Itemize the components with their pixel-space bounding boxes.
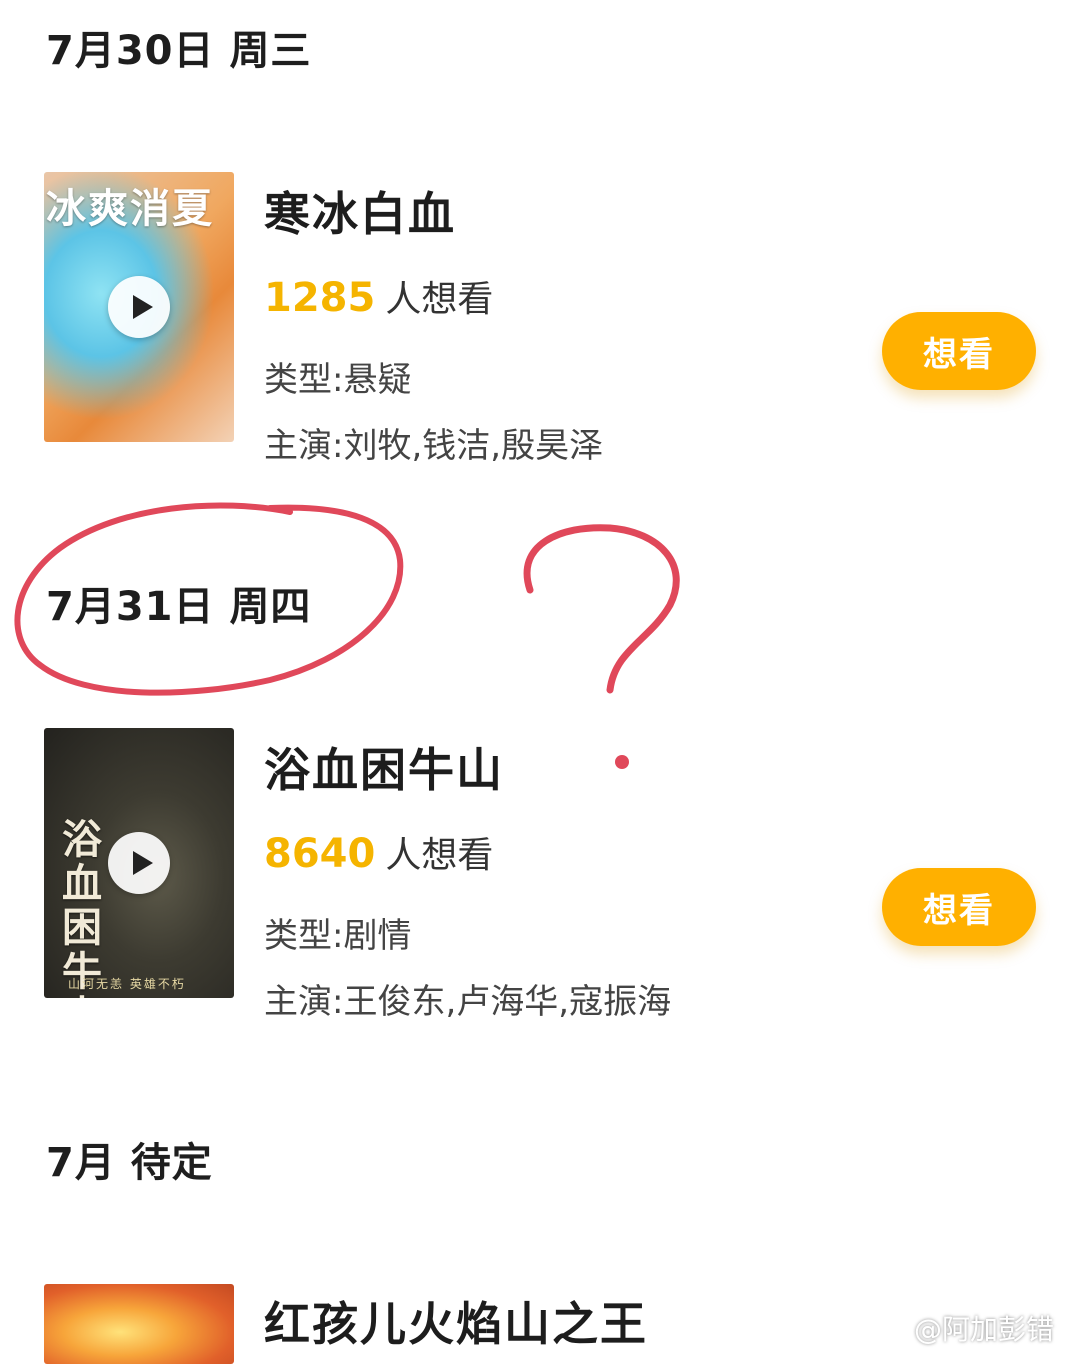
poster-tagline: 山河无恙 英雄不朽	[68, 977, 186, 991]
movie-genre: 类型:剧情	[264, 916, 412, 956]
movie-poster[interactable]: 冰爽消夏	[44, 172, 234, 442]
movie-cast: 主演:刘牧,钱洁,殷昊泽	[264, 426, 604, 466]
movie-cast: 主演:王俊东,卢海华,寇振海	[264, 982, 672, 1022]
watermark: @阿加彭错	[913, 1313, 1054, 1346]
play-icon[interactable]	[108, 276, 170, 338]
want-count: 8640	[264, 831, 376, 877]
movie-title[interactable]: 寒冰白血	[264, 178, 456, 244]
want-suffix: 人想看	[385, 279, 494, 320]
date-label: 7月	[46, 1140, 116, 1186]
movie-title[interactable]: 浴血困牛山	[264, 734, 504, 800]
want-count-line: 8640 人想看	[264, 826, 493, 878]
question-mark-icon	[523, 524, 680, 694]
want-suffix: 人想看	[385, 835, 494, 876]
date-header-jul31: 7月31日 周四	[46, 574, 311, 632]
weekday-label: 待定	[130, 1140, 213, 1186]
movie-genre: 类型:悬疑	[264, 360, 412, 400]
play-icon[interactable]	[108, 832, 170, 894]
date-label: 7月31日	[46, 584, 215, 630]
movie-card[interactable]: 冰爽消夏 寒冰白血 1285 人想看 类型:悬疑 主演:刘牧,钱洁,殷昊泽 想看	[0, 172, 1076, 466]
movie-poster[interactable]: 浴血困牛山 山河无恙 英雄不朽	[44, 728, 234, 998]
poster-caption: 浴血困牛山	[62, 816, 102, 999]
want-to-see-button[interactable]: 想看	[882, 868, 1036, 946]
movie-poster[interactable]	[44, 1284, 234, 1364]
date-header-jul30: 7月30日 周三	[46, 18, 311, 76]
weekday-label: 周三	[229, 28, 312, 74]
date-label: 7月30日	[46, 28, 215, 74]
want-to-see-button[interactable]: 想看	[882, 312, 1036, 390]
movie-title[interactable]: 红孩儿火焰山之王	[264, 1288, 648, 1354]
want-count: 1285	[264, 275, 376, 321]
movie-card[interactable]: 浴血困牛山 山河无恙 英雄不朽 浴血困牛山 8640人想看 类型:剧情 主演:王…	[0, 728, 1076, 1022]
want-count-line: 1285 人想看	[264, 270, 493, 322]
poster-caption: 冰爽消夏	[46, 185, 214, 232]
weekday-label: 周四	[229, 584, 312, 630]
date-header-jul-tbd: 7月 待定	[46, 1130, 213, 1188]
